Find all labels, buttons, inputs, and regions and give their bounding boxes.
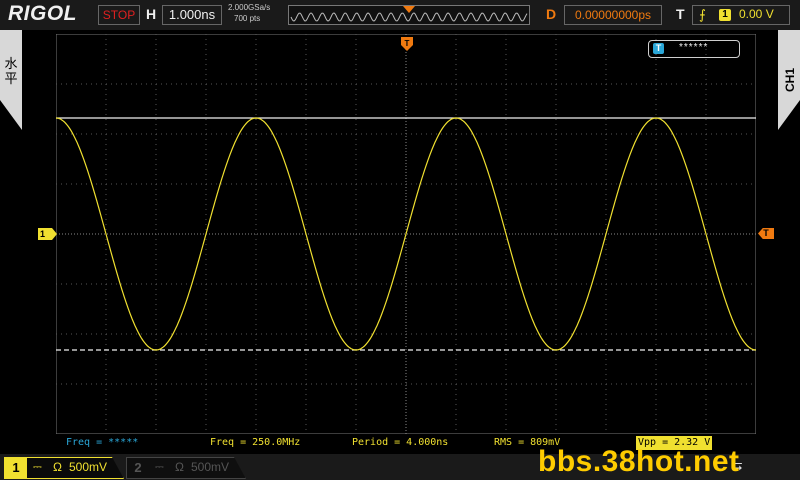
horizontal-tab-label-2: 平 xyxy=(4,71,18,86)
measurement-freq-ch1[interactable]: Freq = 250.0MHz xyxy=(210,436,300,450)
timebase-value[interactable]: 1.000ns xyxy=(162,5,222,25)
ch2-settings-button[interactable]: 2 ⎓ Ω 500mV xyxy=(126,457,246,479)
dc-coupling-icon: ⎓ xyxy=(33,461,42,473)
horizontal-delay-value[interactable]: 0.00000000ps xyxy=(564,5,662,25)
memory-depth: 700 pts xyxy=(234,14,261,23)
ch1-offset-marker[interactable]: 1 xyxy=(38,228,52,240)
trigger-source-badge: 1 xyxy=(719,9,731,21)
notice-text: ****** xyxy=(679,42,709,53)
watermark: bbs.38hot.net xyxy=(538,445,740,478)
ch2-vertical-scale: 500mV xyxy=(191,460,230,474)
dc-coupling-icon: ⎓ xyxy=(155,461,164,473)
rising-edge-icon: ⨍ xyxy=(699,7,706,22)
delay-label: D xyxy=(546,6,557,22)
waveform-display[interactable] xyxy=(56,34,756,434)
ch1-offset-marker-tip xyxy=(52,228,57,240)
info-icon: T xyxy=(653,43,664,54)
notice-box: T ****** xyxy=(648,40,740,58)
impedance-icon: Ω xyxy=(175,460,184,474)
channel-menu-tab[interactable]: CH1 xyxy=(778,30,800,130)
ch1-offset-label: 1 xyxy=(40,229,46,239)
measurement-period[interactable]: Period = 4.000ns xyxy=(352,436,448,450)
ch1-settings-button[interactable]: 1 ⎓ Ω 500mV xyxy=(4,457,124,479)
horizontal-tab-label-1: 水 xyxy=(4,56,18,71)
waveform-overview-bar xyxy=(288,5,530,25)
trigger-label: T xyxy=(676,6,685,22)
timebase-label: H xyxy=(146,6,157,22)
ch2-number: 2 xyxy=(134,460,142,475)
trigger-position-marker[interactable]: T xyxy=(401,37,413,51)
horizontal-menu-tab[interactable]: 水 平 xyxy=(0,30,22,130)
trigger-settings[interactable]: ⨍ 1 0.00 V xyxy=(692,5,790,25)
ch1-vertical-scale: 500mV xyxy=(69,460,108,474)
impedance-icon: Ω xyxy=(53,460,62,474)
waveform-overview-graphic xyxy=(290,6,528,22)
trigger-level-value: 0.00 V xyxy=(739,7,774,21)
trigger-level-marker[interactable]: T xyxy=(758,228,774,239)
measurement-freq-ch2[interactable]: Freq = ***** xyxy=(66,436,138,450)
sample-rate: 2.000GSa/s xyxy=(228,3,271,12)
channel-tab-label: CH1 xyxy=(783,67,797,92)
ch1-number: 1 xyxy=(5,458,27,478)
brand-logo: RIGOL xyxy=(8,2,77,25)
run-stop-status[interactable]: STOP xyxy=(98,5,140,25)
top-status-bar: RIGOL STOP H 1.000ns 2.000GSa/s 700 pts … xyxy=(0,0,800,30)
trigger-position-label: T xyxy=(405,39,410,48)
